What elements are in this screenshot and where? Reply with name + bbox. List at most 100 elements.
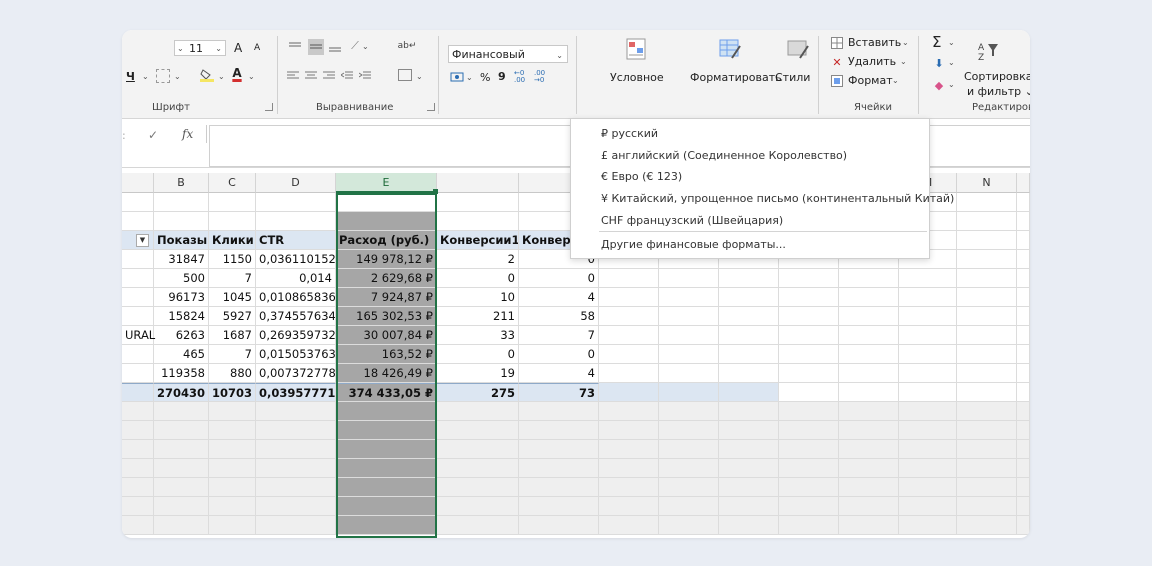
grid-cell[interactable] [957,345,1017,364]
grid-cell[interactable] [599,497,659,516]
grid-cell[interactable] [154,402,209,421]
grid-cell[interactable] [839,478,899,497]
grid-cell[interactable] [122,383,154,402]
grid-cell[interactable] [659,402,719,421]
grid-cell[interactable] [779,307,839,326]
grid-cell[interactable] [599,478,659,497]
grid-cell[interactable] [779,478,839,497]
grid-cell[interactable] [719,269,779,288]
grid-cell[interactable] [122,212,154,231]
grid-cell[interactable] [957,307,1017,326]
grid-cell[interactable] [659,516,719,535]
grid-cell[interactable] [336,421,437,440]
grid-cell[interactable] [719,478,779,497]
grid-cell[interactable] [719,345,779,364]
table-cell[interactable]: 15824 [154,307,209,326]
grid-cell[interactable] [1017,250,1030,269]
grid-cell[interactable] [154,478,209,497]
grid-cell[interactable] [839,497,899,516]
font-color-icon[interactable]: A [230,66,244,80]
sort-filter-icon[interactable]: AZ [976,40,1000,63]
grid-cell[interactable] [256,212,336,231]
font-size-select[interactable]: ⌄ 11 ⌄ [174,40,226,56]
format-label[interactable]: Формат [848,74,893,87]
increase-indent-icon[interactable] [358,69,372,83]
orientation-icon[interactable]: ⟋ [348,39,362,53]
filter-dropdown-icon[interactable]: ▼ [136,234,149,247]
grid-cell[interactable] [719,402,779,421]
grid-cell[interactable] [599,516,659,535]
grid-cell[interactable] [122,516,154,535]
table-cell[interactable]: 4 [519,288,599,307]
grid-cell[interactable] [839,440,899,459]
grid-cell[interactable] [1017,345,1030,364]
grid-cell[interactable] [209,516,256,535]
grid-cell[interactable] [256,478,336,497]
table-header-cell[interactable]: Клики [209,231,256,250]
conditional-formatting-icon[interactable] [624,38,648,60]
grid-cell[interactable] [839,364,899,383]
delete-cells-icon[interactable]: ✕ [830,55,844,69]
table-cell[interactable]: 0 [519,345,599,364]
table-cell[interactable]: 33 [437,326,519,345]
grid-cell[interactable] [957,421,1017,440]
menu-item-eur[interactable]: € Евро (€ 123) [601,167,682,187]
fill-color-icon[interactable] [200,68,214,82]
conditional-formatting-label[interactable]: Условное [610,71,664,84]
grid-cell[interactable] [336,212,437,231]
shrink-font-button[interactable]: A [254,43,260,53]
grid-cell[interactable] [519,440,599,459]
fill-down-icon[interactable]: ⬇ [932,56,946,70]
grid-cell[interactable] [519,459,599,478]
table-cell[interactable]: 0,007372778 [256,364,336,383]
grid-cell[interactable] [779,383,839,402]
number-format-select[interactable]: Финансовый ⌄ [448,45,568,63]
column-header-c[interactable]: C [209,173,256,193]
grid-cell[interactable] [599,440,659,459]
grid-cell[interactable] [336,516,437,535]
grid-cell[interactable] [957,231,1017,250]
insert-cells-icon[interactable] [830,36,844,50]
borders-icon[interactable] [156,69,170,83]
chevron-down-icon[interactable]: ⌄ [900,57,907,66]
grid-cell[interactable] [659,497,719,516]
column-header-d[interactable]: D [256,173,336,193]
align-bottom-icon[interactable] [328,40,342,54]
totals-cell[interactable]: 270430 [154,383,209,402]
grid-cell[interactable] [899,345,957,364]
dialog-launcher-icon[interactable] [265,103,273,111]
grid-cell[interactable] [437,516,519,535]
grid-cell[interactable] [336,440,437,459]
grid-cell[interactable] [899,440,957,459]
column-header-b[interactable]: B [154,173,209,193]
format-cells-icon[interactable] [830,74,844,88]
grid-cell[interactable] [1017,478,1030,497]
format-as-table-label[interactable]: Форматировать [690,71,782,84]
grid-cell[interactable] [256,402,336,421]
grid-cell[interactable] [957,478,1017,497]
table-cell[interactable]: 7 [209,269,256,288]
grid-cell[interactable] [899,402,957,421]
grid-cell[interactable] [719,288,779,307]
grid-cell[interactable] [659,307,719,326]
grid-cell[interactable] [437,459,519,478]
grid-cell[interactable] [839,326,899,345]
grid-cell[interactable] [599,421,659,440]
align-right-icon[interactable] [322,69,336,83]
table-cell[interactable]: 0 [437,345,519,364]
table-cell[interactable]: 31847 [154,250,209,269]
chevron-down-icon[interactable]: ⌄ [948,58,955,67]
align-center-icon[interactable] [304,69,318,83]
enter-check-icon[interactable]: ✓ [148,128,158,142]
grid-cell[interactable] [519,497,599,516]
grid-cell[interactable] [659,288,719,307]
grid-cell[interactable] [209,497,256,516]
grid-cell[interactable] [839,288,899,307]
grid-cell[interactable] [154,440,209,459]
grid-cell[interactable] [659,326,719,345]
grid-cell[interactable] [899,478,957,497]
row-label-cell[interactable] [122,345,154,364]
table-header-cell[interactable]: ▼ [122,231,154,250]
fill-handle[interactable] [433,189,438,194]
grid-cell[interactable] [209,402,256,421]
